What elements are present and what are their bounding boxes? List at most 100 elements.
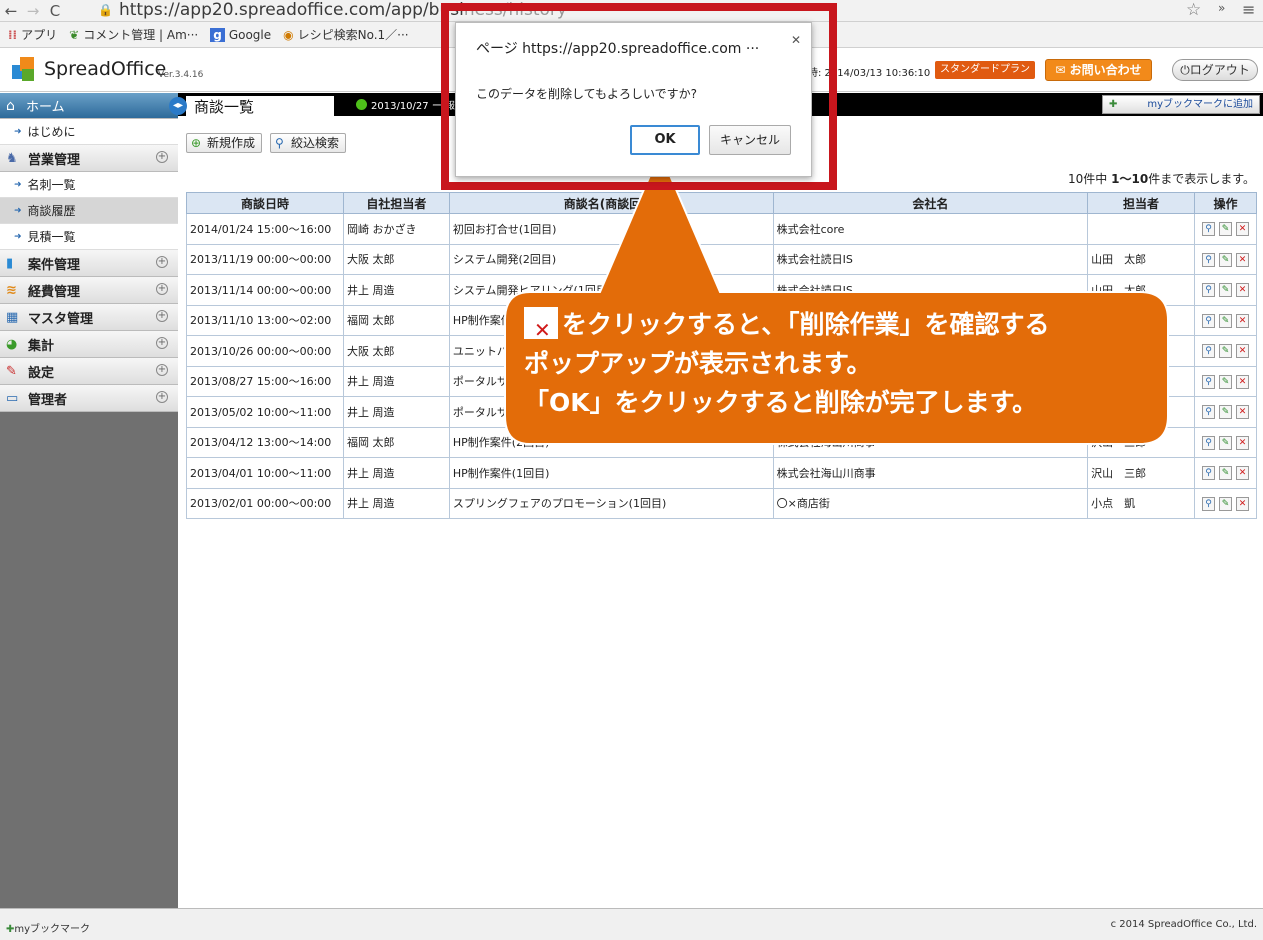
back-arrow-icon[interactable]: ←: [0, 2, 22, 20]
expand-icon[interactable]: +: [156, 256, 168, 268]
edit-icon[interactable]: ✎: [1218, 313, 1232, 328]
delete-icon[interactable]: ✕: [1235, 405, 1249, 420]
col-header-title[interactable]: 商談名(商談回数): [448, 192, 774, 214]
footer-bookmark[interactable]: ✚myブックマーク: [6, 920, 90, 935]
power-icon: ⏻: [1180, 63, 1190, 77]
delete-icon[interactable]: ✕: [1235, 222, 1249, 237]
delete-icon[interactable]: ✕: [1235, 283, 1249, 298]
bookmark-google[interactable]: g Google: [210, 27, 271, 42]
sidebar-toggle-icon[interactable]: ◂▸: [169, 97, 187, 115]
delete-icon[interactable]: ✕: [1235, 344, 1249, 359]
edit-icon[interactable]: ✎: [1218, 283, 1232, 298]
delete-icon[interactable]: ✕: [1235, 435, 1249, 450]
cell-actions: ⚲ ✎ ✕: [1193, 457, 1258, 489]
sidebar-cat-stats[interactable]: ◕ 集計 +: [0, 331, 178, 358]
forward-arrow-icon[interactable]: →: [22, 2, 44, 20]
grid-icon: ▦: [6, 309, 19, 325]
logout-button[interactable]: ⏻ログアウト: [1172, 59, 1258, 81]
bookmark-add-button[interactable]: ✚ myブックマークに追加: [1102, 95, 1260, 114]
cell-title[interactable]: システム開発ヒアリング(1回目): [448, 274, 774, 306]
edit-icon[interactable]: ✎: [1218, 344, 1232, 359]
col-header-contact[interactable]: 担当者: [1087, 192, 1195, 214]
view-icon[interactable]: ⚲: [1201, 252, 1215, 267]
sidebar-item-home[interactable]: ⌂ ホーム: [0, 93, 178, 119]
dialog-title: ページ https://app20.spreadoffice.com ···: [476, 41, 760, 57]
expand-icon[interactable]: +: [156, 337, 168, 349]
view-icon[interactable]: ⚲: [1201, 496, 1215, 511]
view-icon[interactable]: ⚲: [1201, 405, 1215, 420]
sidebar-item-estimates[interactable]: ➜ 見積一覧: [0, 224, 178, 250]
sidebar-cat-master[interactable]: ▦ マスタ管理 +: [0, 304, 178, 331]
delete-icon[interactable]: ✕: [1235, 374, 1249, 389]
cell-company: 株式会社読日IS: [772, 274, 1089, 306]
edit-icon[interactable]: ✎: [1218, 222, 1232, 237]
menu-icon[interactable]: ≡: [1242, 0, 1255, 19]
close-icon[interactable]: ✕: [791, 33, 801, 47]
view-icon[interactable]: ⚲: [1201, 466, 1215, 481]
cell-datetime: 2013/04/01 10:00～11:00: [186, 457, 344, 489]
sidebar-item-history[interactable]: ➜ 商談履歴: [0, 198, 178, 224]
view-icon[interactable]: ⚲: [1201, 222, 1215, 237]
col-header-staff[interactable]: 自社担当者: [342, 192, 450, 214]
cancel-button[interactable]: キャンセル: [709, 125, 791, 155]
logo-mark-icon: [12, 57, 36, 81]
edit-icon[interactable]: ✎: [1218, 435, 1232, 450]
delete-icon[interactable]: ✕: [1235, 252, 1249, 267]
bookmark-recipe[interactable]: ◉ レシピ検索No.1／···: [283, 26, 409, 43]
cell-actions: ⚲ ✎ ✕: [1193, 213, 1258, 245]
sidebar-cat-expenses[interactable]: ≋ 経費管理 +: [0, 277, 178, 304]
cell-title[interactable]: HP制作案件(2回目): [448, 426, 774, 458]
cell-contact: 山田 太郎: [1087, 274, 1195, 306]
cell-datetime: 2013/05/02 10:00～11:00: [186, 396, 344, 428]
cell-title[interactable]: システム開発(2回目): [448, 243, 774, 275]
sidebar-cat-projects[interactable]: ▮ 案件管理 +: [0, 250, 178, 277]
cell-title[interactable]: スプリングフェアのプロモーション(1回目): [448, 487, 774, 519]
star-icon[interactable]: ☆: [1186, 0, 1201, 20]
expand-icon[interactable]: +: [156, 391, 168, 403]
sidebar-item-cards[interactable]: ➜ 名刺一覧: [0, 172, 178, 198]
reload-icon[interactable]: C: [44, 2, 66, 20]
edit-icon[interactable]: ✎: [1218, 374, 1232, 389]
contact-button[interactable]: ✉ お問い合わせ: [1045, 59, 1152, 81]
view-icon[interactable]: ⚲: [1201, 374, 1215, 389]
cell-datetime: 2013/11/14 00:00～00:00: [186, 274, 344, 306]
edit-icon[interactable]: ✎: [1218, 252, 1232, 267]
extensions-more-icon[interactable]: »: [1218, 1, 1225, 15]
sidebar-item-hajimeni[interactable]: ➜ はじめに: [0, 119, 178, 145]
view-icon[interactable]: ⚲: [1201, 344, 1215, 359]
new-button[interactable]: ⊕ 新規作成: [186, 133, 263, 153]
expand-icon[interactable]: +: [156, 364, 168, 376]
ok-button[interactable]: OK: [630, 125, 700, 155]
delete-icon[interactable]: ✕: [1235, 313, 1249, 328]
view-icon[interactable]: ⚲: [1201, 313, 1215, 328]
plan-badge: スタンダードプラン: [935, 61, 1035, 79]
lock-icon: 🔒: [98, 3, 113, 17]
col-header-datetime[interactable]: 商談日時: [186, 192, 344, 214]
cell-datetime: 2013/11/10 13:00～02:00: [186, 304, 344, 336]
arrow-bullet-icon: ➜: [14, 126, 22, 137]
edit-icon[interactable]: ✎: [1218, 405, 1232, 420]
expand-icon[interactable]: +: [156, 283, 168, 295]
delete-icon[interactable]: ✕: [1235, 496, 1249, 511]
arrow-bullet-icon: ➜: [14, 179, 22, 190]
filter-search-button[interactable]: ⚲ 絞込検索: [270, 133, 347, 153]
logo[interactable]: SpreadOffice: [12, 57, 166, 81]
bookmark-apps[interactable]: ⁞⁞ アプリ: [8, 26, 57, 43]
cell-title[interactable]: 初回お打合せ(1回目): [448, 213, 774, 245]
view-icon[interactable]: ⚲: [1201, 283, 1215, 298]
expand-icon[interactable]: +: [156, 310, 168, 322]
sidebar-cat-sales[interactable]: ♞ 営業管理 +: [0, 145, 178, 172]
edit-icon[interactable]: ✎: [1218, 466, 1232, 481]
col-header-company[interactable]: 会社名: [772, 192, 1089, 214]
view-icon[interactable]: ⚲: [1201, 435, 1215, 450]
sidebar-cat-settings[interactable]: ✎ 設定 +: [0, 358, 178, 385]
cell-title[interactable]: HP制作案件(1回目): [448, 457, 774, 489]
notice-icon: [356, 99, 367, 110]
sidebar-cat-admin[interactable]: ▭ 管理者 +: [0, 385, 178, 412]
expand-icon[interactable]: +: [156, 151, 168, 163]
folder-icon: ▮: [6, 255, 14, 271]
bookmark-comment[interactable]: ❦ コメント管理 | Am···: [69, 26, 198, 43]
edit-icon[interactable]: ✎: [1218, 496, 1232, 511]
search-icon: ⚲: [275, 136, 284, 150]
delete-icon[interactable]: ✕: [1235, 466, 1249, 481]
